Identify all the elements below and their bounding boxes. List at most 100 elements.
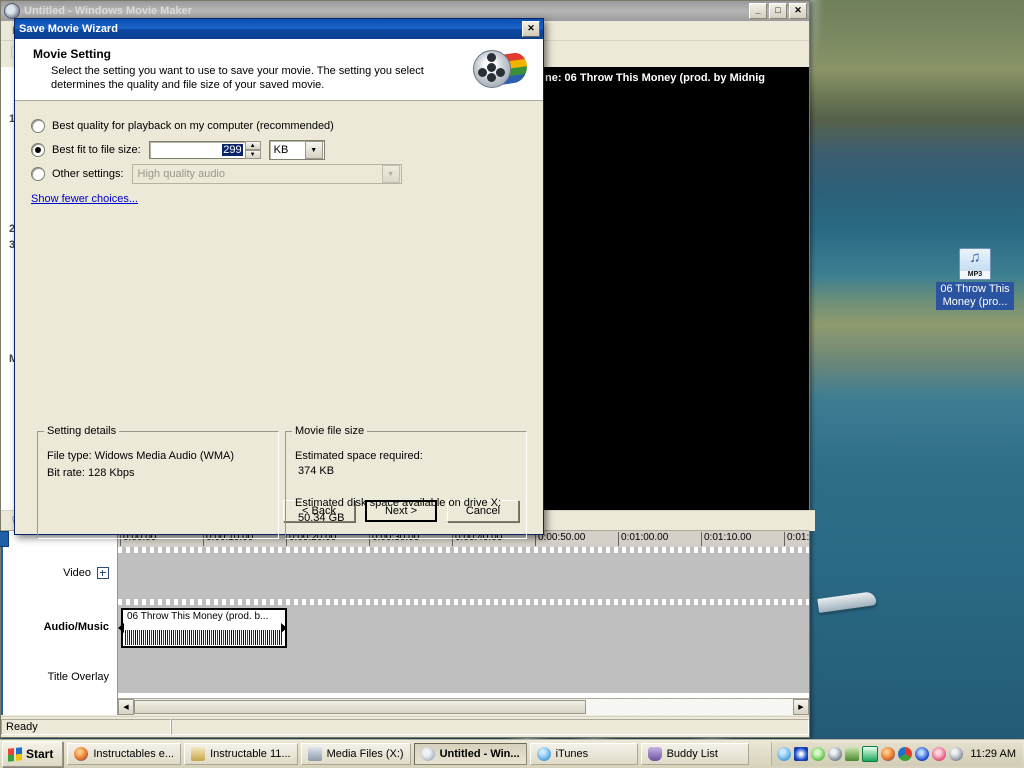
bluetooth-tray-icon[interactable] [915,747,930,761]
timeline-track-title-overlay[interactable] [118,651,809,693]
timeline-track-labels: Video Audio/Music Title Overlay [1,531,118,715]
timeline-track-video[interactable] [118,553,809,599]
option-row-best-fit[interactable]: Best fit to file size: 299 ▲ ▼ KB ▼ [31,139,527,161]
option-row-other-settings[interactable]: Other settings: High quality audio ▼ [31,163,527,185]
monitor-clip-title: ne: 06 Throw This Money (prod. by Midnig [541,67,809,89]
maximize-button[interactable]: □ [769,3,787,19]
file-size-value: 299 [222,144,243,156]
clock-tray-icon[interactable] [828,747,843,761]
stepper-down-icon[interactable]: ▼ [244,150,261,159]
ruler-tick-6: 0:01:00.00 [618,532,668,546]
wallpaper-boat [817,591,877,613]
windows-flag-icon [8,746,22,762]
file-size-input[interactable]: 299 [148,141,245,159]
clip-trim-handle-right[interactable] [281,623,287,633]
taskbar-item-label: iTunes [555,748,589,760]
desktop-icon-mp3[interactable]: ♫ MP3 06 Throw This Money (pro... [936,248,1014,310]
close-button[interactable]: ✕ [789,3,807,19]
music-note-icon: ♫ [969,249,981,266]
timeline-horizontal-scrollbar[interactable]: ◀ ▶ [118,698,809,715]
system-tray[interactable]: 11:29 AM [771,742,1022,766]
taskbar-item-label: Media Files (X:) [326,748,404,760]
setting-details-line-1: File type: Widows Media Audio (WMA) [47,450,235,462]
dialog-titlebar[interactable]: Save Movie Wizard ✕ [15,19,543,39]
file-size-unit-select[interactable]: KB ▼ [268,140,325,160]
dialog-close-button[interactable]: ✕ [522,21,540,37]
start-button-label: Start [26,747,54,761]
estimated-disk-space-label: Estimated disk space available on drive … [295,497,502,509]
java-tray-icon[interactable] [845,747,860,761]
taskbar-item-label: Untitled - Win... [439,748,520,760]
timeline-panel: Video Audio/Music Title Overlay 0:00.00 … [0,530,809,715]
taskbar-item-movie-maker[interactable]: Untitled - Win... [413,743,527,765]
dialog-content: Best quality for playback on my computer… [15,101,543,539]
taskbar-item-buddy-list[interactable]: Buddy List [640,743,749,765]
label-best-fit: Best fit to file size: [52,144,141,156]
setting-details-border [37,431,279,539]
status-text: Ready [1,719,171,735]
minimize-button[interactable]: _ [749,3,767,19]
radio-best-fit[interactable] [31,143,45,157]
playhead-handle[interactable] [0,531,9,547]
track-label-title-overlay: Title Overlay [47,671,109,683]
track-label-video-text: Video [63,567,91,579]
show-fewer-choices-link[interactable]: Show fewer choices... [31,193,138,205]
cd-tray-icon[interactable] [862,746,879,762]
audio-waveform [125,625,283,645]
status-extra [171,719,809,735]
scroll-left-arrow-icon[interactable]: ◀ [118,699,134,715]
taskbar-item-label: Instructables e... [93,748,175,760]
other-settings-value: High quality audio [137,168,225,180]
volume-tray-icon[interactable] [949,747,964,761]
taskbar-item-instructables-e[interactable]: Instructables e... [67,743,182,765]
timeline-track-audio[interactable]: 06 Throw This Money (prod. b... [118,605,809,651]
radio-other-settings[interactable] [31,167,45,181]
itunes-tray-icon[interactable] [777,747,792,761]
chevron-down-icon: ▼ [381,165,400,183]
timeline-playhead[interactable] [0,531,9,715]
audio-clip-label: 06 Throw This Money (prod. b... [127,611,269,622]
label-other-settings: Other settings: [52,168,124,180]
taskbar-item-itunes[interactable]: iTunes [529,743,638,765]
reel-hole-bottom [487,73,496,82]
taskbar-clock[interactable]: 11:29 AM [970,748,1016,760]
estimated-space-required-label: Estimated space required: [295,450,423,462]
scrollbar-thumb[interactable] [134,700,586,714]
start-button[interactable]: Start [2,741,64,767]
timeline-tracks[interactable]: 06 Throw This Money (prod. b... [118,547,809,693]
radio-best-quality[interactable] [31,119,45,133]
track-label-audio: Audio/Music [43,621,109,633]
setting-details-line-2: Bit rate: 128 Kbps [47,467,135,479]
option-row-best-quality[interactable]: Best quality for playback on my computer… [31,115,527,137]
stepper-up-icon[interactable]: ▲ [244,141,261,150]
network-drive-icon [307,747,322,761]
taskbar-item-label: Buddy List [666,748,718,760]
chevron-down-icon[interactable]: ▼ [304,141,323,159]
movie-reel-icon [473,47,529,93]
dialog-heading: Movie Setting [33,47,112,61]
save-movie-wizard-dialog: Save Movie Wizard ✕ Movie Setting Select… [14,18,544,539]
mozilla-tray-icon[interactable] [898,747,913,761]
taskbar-item-instructable-11[interactable]: Instructable 11... [184,743,298,765]
file-size-stepper[interactable]: ▲ ▼ [244,141,261,159]
firefox-tray-icon[interactable] [881,747,896,761]
taskbar-item-media-files[interactable]: Media Files (X:) [300,743,411,765]
firefox-icon [74,747,89,761]
ruler-tick-7: 0:01:10.00 [701,532,751,546]
desktop-screen: ♫ MP3 06 Throw This Money (pro... Untitl… [0,0,1024,768]
clip-trim-handle-left[interactable] [118,623,124,633]
dialog-description: Select the setting you want to use to sa… [51,65,424,91]
dialog-header-text: Movie Setting Select the setting you wan… [33,47,473,100]
messenger-tray-icon[interactable] [811,747,826,761]
scrollbar-track[interactable] [586,699,793,715]
dialog-title-text: Save Movie Wizard [19,23,118,35]
other-settings-select: High quality audio ▼ [131,164,402,184]
scroll-right-arrow-icon[interactable]: ▶ [793,699,809,715]
mp3-badge: MP3 [960,271,990,279]
movie-maker-status-bar: Ready [1,716,809,737]
aim-tray-icon[interactable] [932,747,947,761]
expand-video-track-icon[interactable] [97,567,109,579]
reel-hole-left [478,68,487,77]
timeline-audio-clip[interactable]: 06 Throw This Money (prod. b... [121,608,287,648]
media-tray-icon[interactable] [794,747,809,761]
